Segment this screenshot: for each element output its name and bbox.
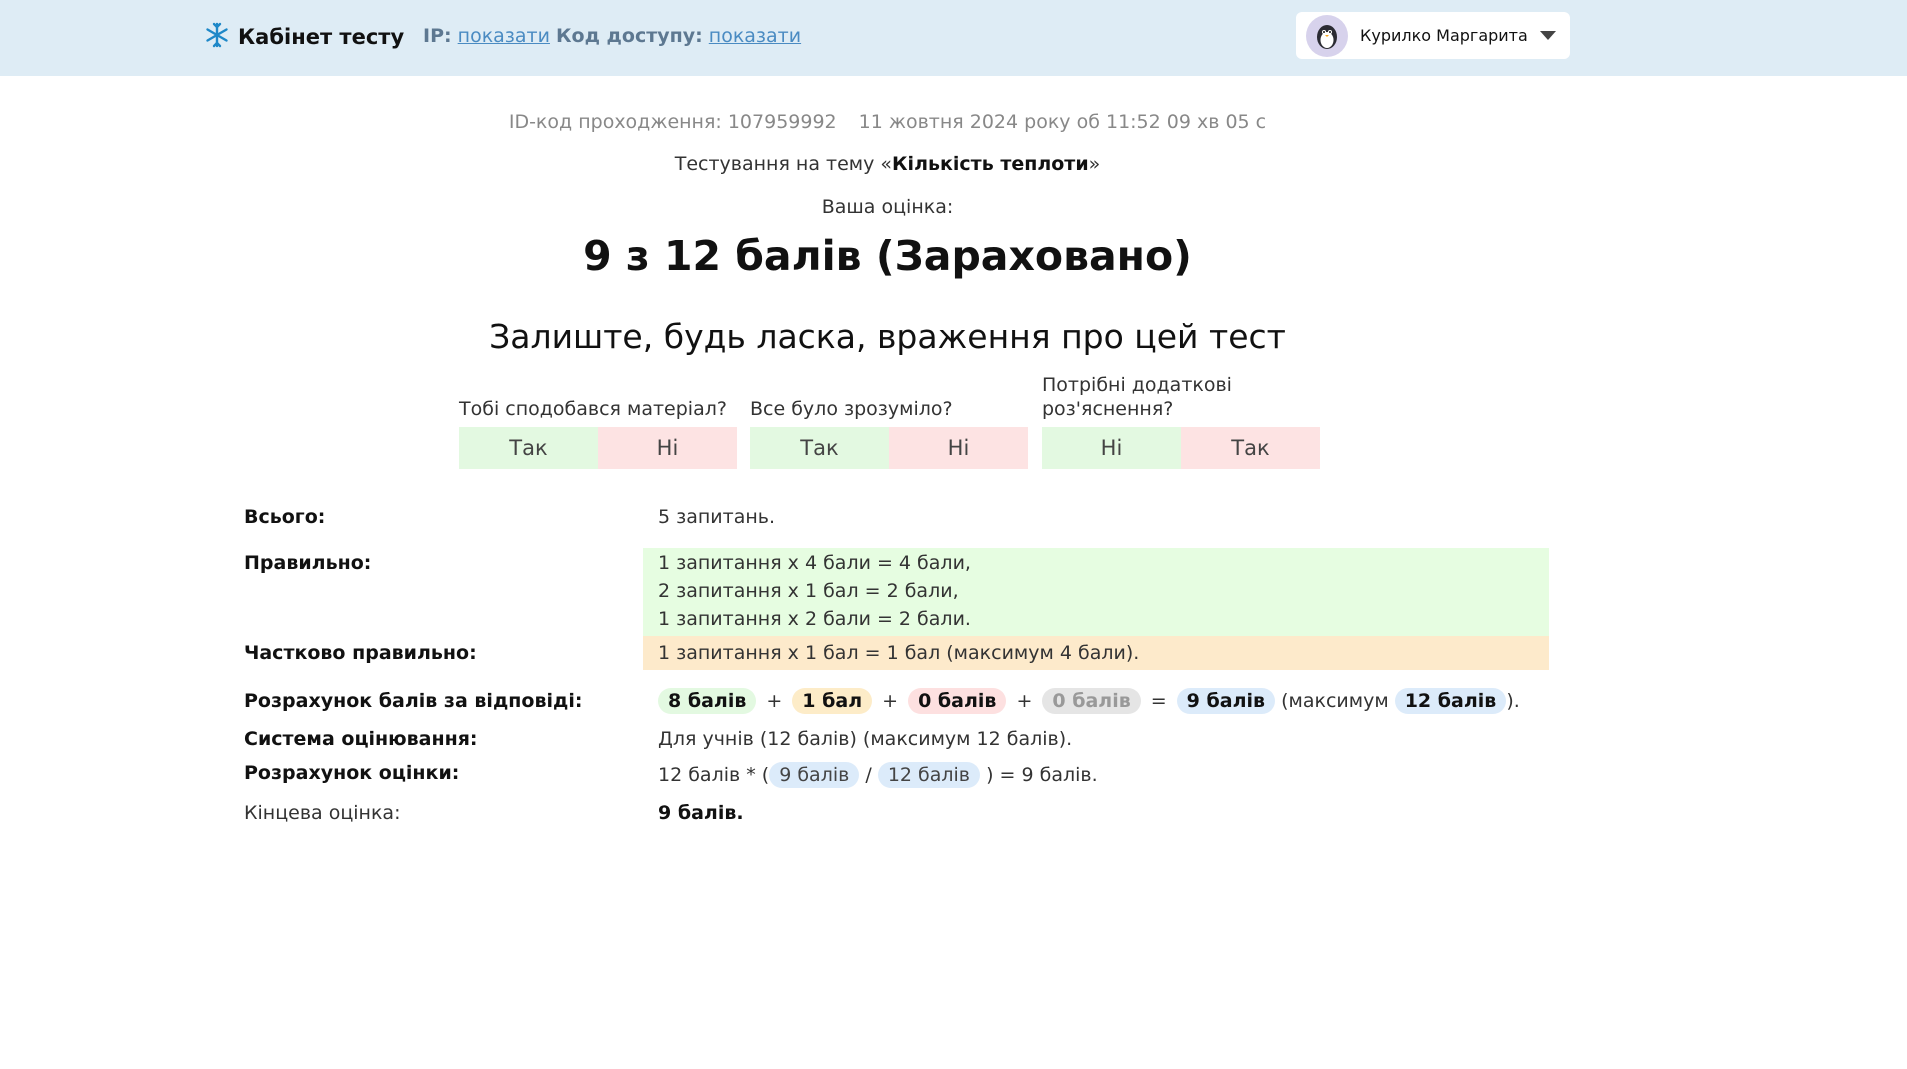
partial-value: 1 запитання x 1 бал = 1 бал (максимум 4 …	[658, 642, 1140, 664]
attempt-date: 11 жовтня 2024 року об 11:52 09 хв 05 с	[858, 111, 1267, 133]
feedback-question-clear: Все було зрозуміло? Так Ні	[750, 373, 1028, 469]
avatar	[1306, 14, 1348, 57]
correct-label: Правильно:	[244, 552, 372, 574]
ip-info: IP: показати	[423, 25, 550, 47]
plus-sign: +	[1016, 690, 1033, 712]
partial-points-pill: 1 бал	[792, 688, 873, 714]
correct-line: 2 запитання x 1 бал = 2 бали,	[658, 580, 959, 602]
feedback-yes-button[interactable]: Так	[459, 427, 598, 469]
feedback-question-extra: Потрібні додаткові роз'яснення? Ні Так	[1042, 373, 1320, 469]
topic-suffix: »	[1088, 153, 1101, 175]
penguin-icon	[1317, 24, 1337, 49]
wrong-points-pill: 0 балів	[908, 688, 1007, 714]
partial-label: Частково правильно:	[244, 642, 477, 664]
feedback-question-liked: Тобі сподобався матеріал? Так Ні	[459, 373, 737, 469]
access-code-label: Код доступу:	[556, 25, 703, 47]
earned-points-pill: 9 балів	[769, 762, 860, 788]
test-topic: Тестування на тему «Кількість теплоти»	[0, 153, 1775, 175]
plus-sign: +	[766, 690, 783, 712]
max-suffix: ).	[1506, 690, 1520, 712]
feedback-yes-button[interactable]: Так	[1181, 427, 1320, 469]
grade-label: Ваша оцінка:	[821, 196, 954, 218]
final-value: 9 балів.	[658, 802, 744, 824]
feedback-no-button[interactable]: Ні	[1042, 427, 1181, 469]
topic-name: Кількість теплоти	[892, 153, 1089, 175]
final-label: Кінцева оцінка:	[244, 802, 401, 824]
correct-lines: 1 запитання x 4 бали = 4 бали, 2 запитан…	[658, 549, 971, 633]
attempt-meta: ID-код проходження: 107959992 11 жовтня 2…	[0, 111, 1775, 133]
user-menu[interactable]: Курилко Маргарита	[1296, 12, 1570, 59]
equals-sign: =	[1150, 690, 1167, 712]
total-value: 5 запитань.	[658, 506, 776, 528]
correct-points-pill: 8 балів	[658, 688, 757, 714]
calc-label: Розрахунок балів за відповіді:	[244, 690, 583, 712]
total-label: Всього:	[244, 506, 326, 528]
grade-value: 9 з 12 балів (Зараховано)	[583, 232, 1192, 280]
total-points-pill: 9 балів	[1176, 688, 1276, 714]
grade-calc-prefix: 12 балів * (	[658, 764, 770, 786]
ip-show-link[interactable]: показати	[458, 25, 550, 47]
system-label: Система оцінювання:	[244, 728, 478, 750]
grade-calc-row: 12 балів * (9 балів / 12 балів ) = 9 бал…	[658, 762, 1098, 788]
user-name: Курилко Маргарита	[1360, 26, 1528, 45]
feedback-question-text: Потрібні додаткові роз'яснення?	[1042, 374, 1232, 420]
grade-calc-label: Розрахунок оцінки:	[244, 762, 460, 784]
caret-down-icon[interactable]	[1540, 31, 1556, 40]
grade-calc-suffix: ) = 9 балів.	[986, 764, 1098, 786]
brand[interactable]: Кабінет тесту	[204, 22, 404, 52]
ip-label: IP:	[423, 25, 452, 47]
attempt-id: ID-код проходження: 107959992	[508, 111, 837, 133]
topic-prefix: Тестування на тему «	[674, 153, 893, 175]
skipped-points-pill: 0 балів	[1042, 688, 1141, 714]
correct-line: 1 запитання x 4 бали = 4 бали,	[658, 552, 971, 574]
feedback-question-text: Тобі сподобався матеріал?	[459, 398, 727, 420]
division-sign: /	[865, 764, 872, 786]
feedback-yes-button[interactable]: Так	[750, 427, 889, 469]
max-points-pill: 12 балів	[1394, 688, 1507, 714]
max-points-pill: 12 балів	[877, 762, 981, 788]
top-bar: Кабінет тесту IP: показати Код доступу: …	[0, 0, 1907, 76]
plus-sign: +	[882, 690, 899, 712]
access-code-show-link[interactable]: показати	[709, 25, 801, 47]
feedback-no-button[interactable]: Ні	[889, 427, 1028, 469]
feedback-no-button[interactable]: Ні	[598, 427, 737, 469]
app-title: Кабінет тесту	[238, 25, 405, 49]
calc-row: 8 балів +1 бал +0 балів +0 балів = 9 балів (м…	[658, 688, 1520, 714]
access-code-info: Код доступу: показати	[556, 25, 801, 47]
system-value: Для учнів (12 балів) (максимум 12 балів)…	[658, 728, 1073, 750]
snowflake-icon	[204, 22, 230, 52]
feedback-title: Залиште, будь ласка, враження про цей те…	[489, 317, 1286, 356]
feedback-question-text: Все було зрозуміло?	[750, 398, 953, 420]
max-prefix: (максимум	[1281, 690, 1389, 712]
correct-line: 1 запитання x 2 бали = 2 бали.	[658, 608, 971, 630]
